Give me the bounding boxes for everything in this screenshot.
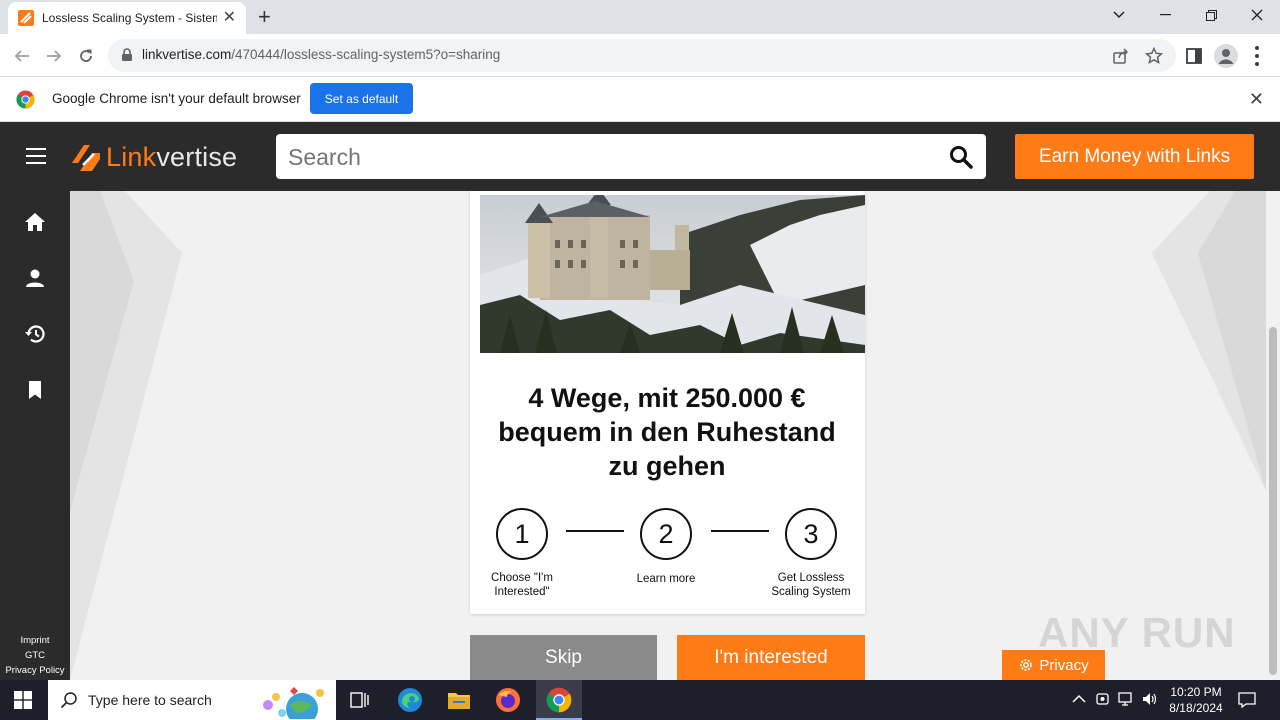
tab-close-icon[interactable]: ✕ xyxy=(223,10,236,26)
earn-money-button[interactable]: Earn Money with Links xyxy=(1015,134,1254,179)
infobar-message: Google Chrome isn't your default browser xyxy=(52,91,301,106)
default-browser-infobar: Google Chrome isn't your default browser… xyxy=(0,77,1280,122)
minimize-icon[interactable] xyxy=(1142,0,1188,30)
set-as-default-button[interactable]: Set as default xyxy=(310,83,413,114)
site-search-input[interactable]: Search xyxy=(276,134,986,179)
page-scrollbar[interactable] xyxy=(1266,191,1280,680)
hamburger-menu-icon[interactable] xyxy=(26,148,46,164)
address-bar[interactable]: linkvertise.com/470444/lossless-scaling-… xyxy=(108,39,1176,72)
privacy-button[interactable]: Privacy xyxy=(1002,650,1105,680)
history-icon[interactable] xyxy=(24,323,46,345)
search-icon xyxy=(60,692,77,709)
ad-card[interactable]: 4 Wege, mit 250.000 € bequem in den Ruhe… xyxy=(470,191,865,614)
url-host: linkvertise.com xyxy=(142,47,232,62)
site-header: Link vertise Search Earn Money with Links xyxy=(0,122,1280,191)
windows-taskbar: Type here to search 10:20 PM 8/18/2024 xyxy=(0,680,1280,720)
clock-date: 8/18/2024 xyxy=(1169,701,1223,715)
ad-headline: 4 Wege, mit 250.000 € bequem in den Ruhe… xyxy=(498,383,836,481)
gear-icon xyxy=(1020,659,1033,671)
clock-time: 10:20 PM xyxy=(1170,685,1222,699)
gtc-link[interactable]: GTC xyxy=(0,648,70,663)
side-navigation: Imprint GTC Privacy Policy xyxy=(0,191,70,680)
step-connector xyxy=(711,530,769,532)
taskbar-search-box[interactable]: Type here to search xyxy=(48,680,336,720)
tab-strip: Lossless Scaling System - Sistem ✕ + xyxy=(0,0,1280,34)
linkvertise-favicon-icon xyxy=(18,10,34,26)
system-clock[interactable]: 10:20 PM 8/18/2024 xyxy=(1160,684,1232,716)
bookmark-icon[interactable] xyxy=(24,379,46,401)
imprint-link[interactable]: Imprint xyxy=(0,633,70,648)
firefox-icon[interactable] xyxy=(492,684,524,716)
browser-tab[interactable]: Lossless Scaling System - Sistem ✕ xyxy=(8,2,246,34)
step-2-circle: 2 xyxy=(640,508,692,560)
window-close-icon[interactable] xyxy=(1234,0,1280,30)
task-view-icon[interactable] xyxy=(344,684,376,716)
url-path: /470444/lossless-scaling-system5?o=shari… xyxy=(231,47,501,62)
home-icon[interactable] xyxy=(24,211,46,233)
logo-text-link: Link xyxy=(106,141,157,172)
castle-photo[interactable] xyxy=(480,195,865,353)
meet-now-icon[interactable] xyxy=(1094,690,1112,708)
lock-icon[interactable] xyxy=(120,48,134,62)
scrollbar-thumb[interactable] xyxy=(1269,327,1277,675)
step-1-circle: 1 xyxy=(496,508,548,560)
share-icon[interactable] xyxy=(1112,47,1130,65)
file-explorer-icon[interactable] xyxy=(443,684,475,716)
volume-icon[interactable] xyxy=(1141,690,1159,708)
back-icon[interactable] xyxy=(9,43,35,69)
windows-start-icon[interactable] xyxy=(14,691,32,709)
new-tab-icon[interactable]: + xyxy=(258,4,271,30)
edge-icon[interactable] xyxy=(394,684,426,716)
chrome-logo-icon xyxy=(16,90,35,109)
search-highlight-illustration-icon xyxy=(263,687,324,719)
url-text[interactable]: linkvertise.com/470444/lossless-scaling-… xyxy=(142,47,500,62)
show-hidden-icons-icon[interactable] xyxy=(1070,690,1088,708)
side-panel-icon[interactable] xyxy=(1185,47,1203,65)
notifications-icon[interactable] xyxy=(1238,691,1256,709)
im-interested-button[interactable]: I'm interested xyxy=(677,635,865,680)
footer-links: Imprint GTC Privacy Policy xyxy=(0,633,70,678)
user-icon[interactable] xyxy=(24,267,46,289)
linkvertise-logo[interactable]: Link vertise xyxy=(70,140,237,174)
skip-button[interactable]: Skip xyxy=(470,635,657,680)
privacy-policy-link[interactable]: Privacy Policy xyxy=(0,663,70,678)
browser-toolbar: linkvertise.com/470444/lossless-scaling-… xyxy=(0,34,1280,77)
chrome-taskbar-icon[interactable] xyxy=(543,684,575,716)
tab-title: Lossless Scaling System - Sistem xyxy=(42,11,217,25)
taskbar-search-text: Type here to search xyxy=(88,692,212,708)
infobar-close-icon[interactable]: ✕ xyxy=(1249,89,1264,110)
step-1-label: Choose "I'm Interested" xyxy=(491,572,553,598)
tab-search-icon[interactable] xyxy=(1096,0,1142,30)
linkvertise-logo-mark-icon xyxy=(72,145,100,171)
main-content: 4 Wege, mit 250.000 € bequem in den Ruhe… xyxy=(70,191,1266,680)
chrome-menu-icon[interactable] xyxy=(1248,46,1266,66)
step-3-circle: 3 xyxy=(785,508,837,560)
step-connector xyxy=(566,530,624,532)
step-2-label: Learn more xyxy=(636,573,696,585)
reload-icon[interactable] xyxy=(73,43,99,69)
profile-avatar-icon[interactable] xyxy=(1214,44,1238,68)
search-placeholder: Search xyxy=(288,144,361,170)
network-icon[interactable] xyxy=(1117,690,1135,708)
step-3-label: Get Lossless Scaling System xyxy=(771,572,851,598)
privacy-label: Privacy xyxy=(1039,656,1089,674)
logo-text-vertise: vertise xyxy=(156,141,238,172)
restore-icon[interactable] xyxy=(1188,0,1234,30)
bookmark-star-icon[interactable] xyxy=(1145,47,1163,65)
search-icon[interactable] xyxy=(949,145,973,169)
forward-icon[interactable] xyxy=(41,43,67,69)
